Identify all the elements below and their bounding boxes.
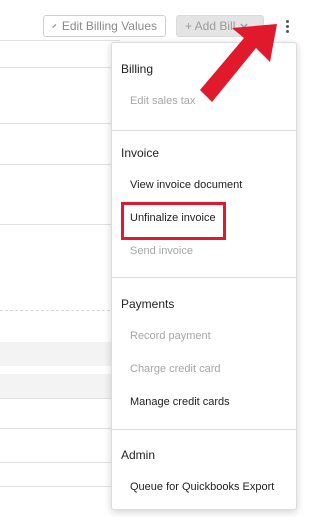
menu-item-edit-sales-tax[interactable]: Edit sales tax	[130, 95, 195, 107]
menu-divider	[112, 130, 296, 131]
table-row	[0, 342, 120, 366]
section-heading-admin: Admin	[121, 448, 156, 462]
menu-item-manage-credit-cards[interactable]: Manage credit cards	[130, 396, 230, 408]
highlight-box	[121, 202, 226, 240]
table-divider	[0, 428, 120, 429]
menu-divider	[112, 429, 296, 430]
edit-billing-values-button[interactable]: Edit Billing Values	[43, 15, 166, 37]
actions-dropdown-menu: Billing Edit sales tax Invoice View invo…	[111, 42, 297, 510]
menu-divider	[112, 277, 296, 278]
menu-item-send-invoice[interactable]: Send invoice	[130, 245, 193, 257]
table-divider	[0, 164, 120, 165]
table-divider	[0, 40, 120, 41]
menu-item-charge-credit-card[interactable]: Charge credit card	[130, 363, 221, 375]
table-divider	[0, 486, 120, 487]
menu-item-view-invoice-document[interactable]: View invoice document	[130, 179, 242, 191]
table-divider	[0, 67, 120, 68]
red-arrow-annotation	[200, 24, 277, 102]
table-divider	[0, 224, 120, 225]
table-divider	[0, 123, 120, 124]
edit-billing-values-label: Edit Billing Values	[61, 19, 157, 33]
menu-item-record-payment[interactable]: Record payment	[130, 330, 211, 342]
page: Edit Billing Values + Add Bill Billing E…	[0, 0, 307, 517]
pencil-icon	[52, 24, 57, 28]
section-heading-invoice: Invoice	[121, 146, 160, 160]
section-heading-billing: Billing	[121, 62, 154, 76]
table-divider-dashed	[0, 310, 120, 311]
table-divider	[0, 462, 120, 463]
menu-item-queue-quickbooks-export[interactable]: Queue for Quickbooks Export	[130, 481, 274, 493]
table-row	[0, 374, 120, 398]
table-divider	[0, 398, 120, 399]
section-heading-payments: Payments	[121, 297, 175, 311]
